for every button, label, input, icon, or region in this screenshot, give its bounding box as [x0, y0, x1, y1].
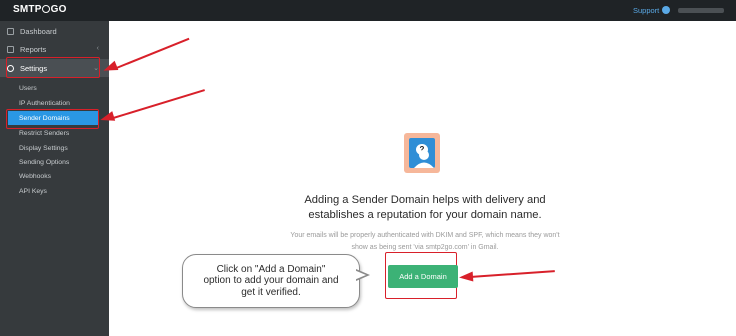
sidebar-subitem-webhooks[interactable]: Webhooks: [0, 169, 109, 183]
sidebar-subitem-label: Sending Options: [19, 158, 70, 166]
sidebar-item-dashboard[interactable]: Dashboard: [0, 22, 109, 40]
sidebar-subitem-label: Webhooks: [19, 172, 51, 180]
support-label: Support: [633, 6, 660, 15]
sidebar-item-label: Dashboard: [20, 26, 57, 36]
annotation-arrow-line: [109, 89, 205, 120]
sidebar-item-label: Reports: [20, 44, 47, 54]
sender-domains-highlight-box: [6, 109, 99, 129]
sidebar-subitem-label: API Keys: [19, 187, 47, 195]
annotation-arrowhead: [98, 111, 116, 125]
settings-highlight-box: [6, 57, 100, 78]
sidebar-subitem-label: Restrict Senders: [19, 129, 70, 137]
sidebar-item-reports[interactable]: Reports ‹: [0, 40, 109, 58]
chevron-left-icon: ‹: [96, 45, 99, 52]
sidebar-subitem-users[interactable]: Users: [0, 81, 109, 95]
sidebar-subitem-sending-options[interactable]: Sending Options: [0, 155, 109, 169]
callout-pointer-fill: [354, 270, 366, 280]
sidebar-subitem-label: Users: [19, 84, 37, 92]
support-link[interactable]: Support: [633, 6, 671, 15]
sidebar-subitem-ip-authentication[interactable]: IP Authentication: [0, 96, 109, 110]
paper-plane-icon: [42, 5, 51, 13]
annotation-arrowhead: [458, 271, 474, 283]
stamp-image: ?: [409, 138, 435, 168]
person-silhouette-icon: [414, 150, 434, 168]
app-logo[interactable]: SMTP GO: [13, 4, 67, 15]
document-icon: [7, 45, 14, 53]
sidebar-subitem-label: Display Settings: [19, 144, 68, 152]
top-bar: SMTP GO Support: [0, 0, 736, 21]
user-menu[interactable]: [678, 8, 724, 13]
sidebar-subitem-api-keys[interactable]: API Keys: [0, 184, 109, 198]
lifebuoy-icon: [662, 6, 671, 14]
logo-text-right: GO: [50, 4, 67, 15]
annotation-arrow-line: [113, 37, 190, 70]
home-icon: [7, 27, 14, 35]
logo-text-left: SMTP: [13, 4, 42, 15]
sidebar-subitem-display-settings[interactable]: Display Settings: [0, 141, 109, 155]
annotation-callout: Click on "Add a Domain" option to add yo…: [182, 254, 360, 308]
add-domain-button[interactable]: Add a Domain: [388, 265, 458, 288]
sidebar-subitem-label: IP Authentication: [19, 99, 70, 107]
stamp-icon: ?: [404, 133, 440, 173]
empty-state-headline: Adding a Sender Domain helps with delive…: [304, 194, 546, 221]
annotation-arrow-line: [469, 270, 555, 278]
empty-state-description: Your emails will be properly authenticat…: [290, 232, 560, 251]
